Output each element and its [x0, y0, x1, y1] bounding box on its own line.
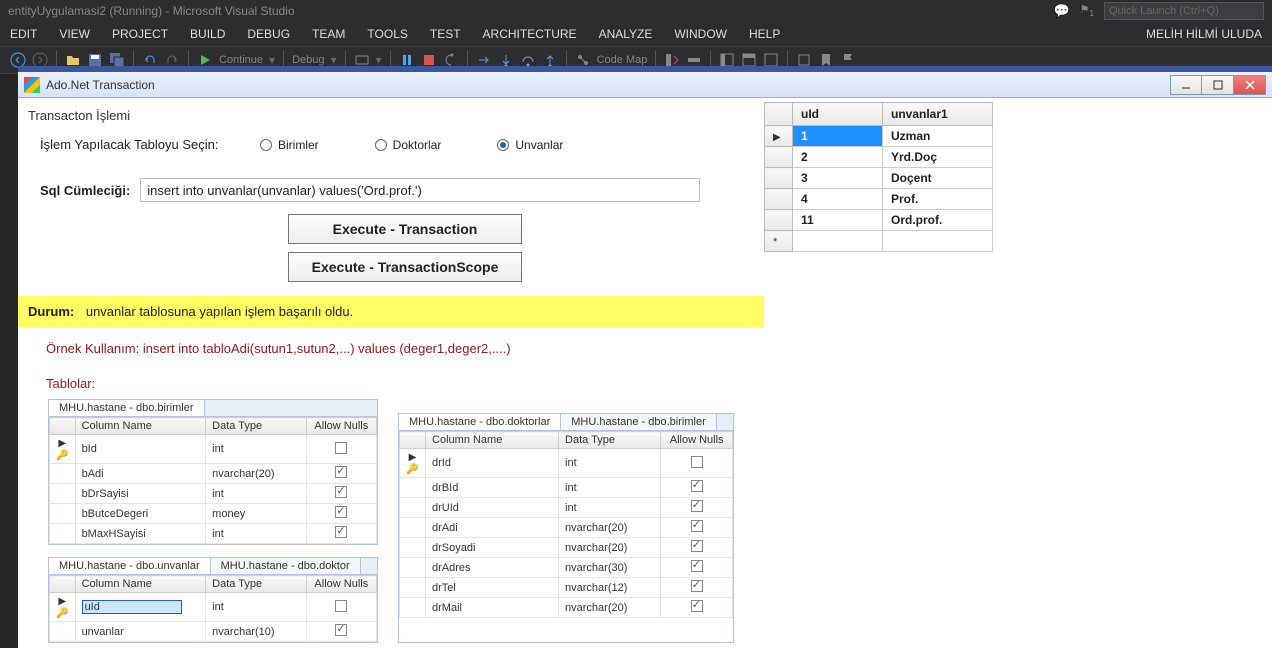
menu-tools[interactable]: TOOLS	[367, 27, 407, 41]
data-grid[interactable]: uId unvanlar1 ▶1Uzman2Yrd.Doç3Doçent4Pro…	[764, 102, 993, 252]
menu-help[interactable]: HELP	[749, 27, 780, 41]
schema-doktorlar: MHU.hastane - dbo.doktorlar MHU.hastane …	[398, 413, 734, 643]
menu-edit[interactable]: EDIT	[10, 27, 37, 41]
rowhead-corner	[765, 103, 793, 126]
user-name: MELİH HİLMİ ULUDA	[1146, 27, 1262, 41]
table-row[interactable]: bButceDegerimoney	[50, 504, 377, 524]
table-row[interactable]: drBIdint	[400, 478, 733, 498]
vs-side-strip	[0, 74, 18, 648]
col-unvanlar1[interactable]: unvanlar1	[883, 103, 993, 126]
radio-unvanlar-label: Unvanlar	[515, 138, 563, 152]
minimize-button[interactable]	[1170, 75, 1202, 95]
notification-icon[interactable]: ⚑1	[1080, 3, 1094, 18]
maximize-button[interactable]	[1202, 75, 1234, 95]
status-bar: Durum: unvanlar tablosuna yapılan işlem …	[18, 296, 764, 327]
menu-team[interactable]: TEAM	[312, 27, 345, 41]
tab-doktorlar[interactable]: MHU.hastane - dbo.doktorlar	[399, 414, 561, 430]
vs-title-text: entityUygulamasi2 (Running) - Microsoft …	[8, 4, 295, 18]
radio-icon	[375, 139, 387, 151]
status-label: Durum:	[28, 304, 74, 319]
radio-doktorlar[interactable]: Doktorlar	[375, 138, 442, 152]
tab-doktorlar-other[interactable]: MHU.hastane - dbo.birimler	[561, 414, 717, 430]
menu-analyze[interactable]: ANALYZE	[599, 27, 653, 41]
table-row[interactable]: ▶🔑drIdint	[400, 449, 733, 478]
menu-debug[interactable]: DEBUG	[247, 27, 290, 41]
continue-label[interactable]: Continue	[219, 54, 263, 66]
radio-unvanlar[interactable]: Unvanlar	[497, 138, 563, 152]
radio-birimler[interactable]: Birimler	[260, 138, 319, 152]
table-row[interactable]: ▶🔑bIdint	[50, 435, 377, 464]
right-pane: uId unvanlar1 ▶1Uzman2Yrd.Doç3Doçent4Pro…	[764, 98, 1272, 648]
table-row[interactable]: bMaxHSayisiint	[50, 524, 377, 544]
table-row[interactable]: 3Doçent	[765, 168, 993, 189]
quick-launch-input[interactable]: Quick Launch (Ctrl+Q)	[1104, 2, 1264, 20]
table-row[interactable]: drAdresnvarchar(30)	[400, 558, 733, 578]
table-row[interactable]: 2Yrd.Doç	[765, 147, 993, 168]
menu-window[interactable]: WINDOW	[674, 27, 727, 41]
left-pane: Transacton İşlemi İşlem Yapılacak Tabloy…	[18, 98, 764, 648]
codemap-label[interactable]: Code Map	[597, 54, 648, 66]
execute-transactionscope-button[interactable]: Execute - TransactionScope	[288, 252, 522, 282]
table-row[interactable]: drMailnvarchar(20)	[400, 598, 733, 618]
example-text: Örnek Kullanım: insert into tabloAdi(sut…	[26, 327, 756, 356]
form-title: Ado.Net Transaction	[46, 78, 155, 92]
group-title: Transacton İşlemi	[26, 104, 756, 133]
menu-project[interactable]: PROJECT	[112, 27, 168, 41]
config-dropdown[interactable]: Debug	[292, 54, 324, 66]
sql-label: Sql Cümleciği:	[40, 183, 130, 198]
schema-birimler: MHU.hastane - dbo.birimler Column NameDa…	[48, 399, 378, 545]
table-row[interactable]: drTelnvarchar(12)	[400, 578, 733, 598]
table-row[interactable]: drUIdint	[400, 498, 733, 518]
tables-label: Tablolar:	[26, 356, 756, 397]
status-text: unvanlar tablosuna yapılan işlem başarıl…	[86, 304, 353, 319]
menu-test[interactable]: TEST	[430, 27, 461, 41]
table-row[interactable]: 4Prof.	[765, 189, 993, 210]
menu-view[interactable]: VIEW	[59, 27, 90, 41]
schema-unvanlar: MHU.hastane - dbo.unvanlar MHU.hastane -…	[48, 557, 378, 643]
sql-input[interactable]	[140, 178, 700, 202]
vs-titlebar: entityUygulamasi2 (Running) - Microsoft …	[0, 0, 1272, 22]
table-row[interactable]: drSoyadinvarchar(20)	[400, 538, 733, 558]
vs-menubar: EDIT VIEW PROJECT BUILD DEBUG TEAM TOOLS…	[0, 22, 1272, 46]
col-uid[interactable]: uId	[793, 103, 883, 126]
table-select-label: İşlem Yapılacak Tabloyu Seçin:	[40, 137, 240, 152]
tab-unvanlar[interactable]: MHU.hastane - dbo.unvanlar	[49, 558, 211, 574]
execute-transaction-button[interactable]: Execute - Transaction	[288, 214, 522, 244]
table-row[interactable]: unvanlarnvarchar(10)	[50, 622, 377, 642]
radio-icon	[260, 139, 272, 151]
table-row[interactable]: bAdinvarchar(20)	[50, 464, 377, 484]
table-row[interactable]: drAdinvarchar(20)	[400, 518, 733, 538]
form-window: Ado.Net Transaction Transacton İşlemi İş…	[18, 66, 1272, 648]
form-app-icon	[24, 77, 40, 93]
radio-doktorlar-label: Doktorlar	[393, 138, 442, 152]
feedback-icon[interactable]: 💬	[1053, 3, 1069, 19]
table-row[interactable]: ▶🔑uIdint	[50, 593, 377, 622]
table-row[interactable]: 11Ord.prof.	[765, 210, 993, 231]
table-row[interactable]: *	[765, 231, 993, 252]
form-titlebar[interactable]: Ado.Net Transaction	[18, 72, 1272, 98]
radio-birimler-label: Birimler	[278, 138, 319, 152]
close-button[interactable]	[1234, 75, 1266, 95]
table-row[interactable]: ▶1Uzman	[765, 126, 993, 147]
tab-birimler[interactable]: MHU.hastane - dbo.birimler	[49, 400, 205, 416]
tab-unvanlar-other[interactable]: MHU.hastane - dbo.doktor	[211, 558, 361, 574]
radio-icon	[497, 139, 509, 151]
table-row[interactable]: bDrSayisiint	[50, 484, 377, 504]
menu-architecture[interactable]: ARCHITECTURE	[483, 27, 577, 41]
menu-build[interactable]: BUILD	[190, 27, 225, 41]
